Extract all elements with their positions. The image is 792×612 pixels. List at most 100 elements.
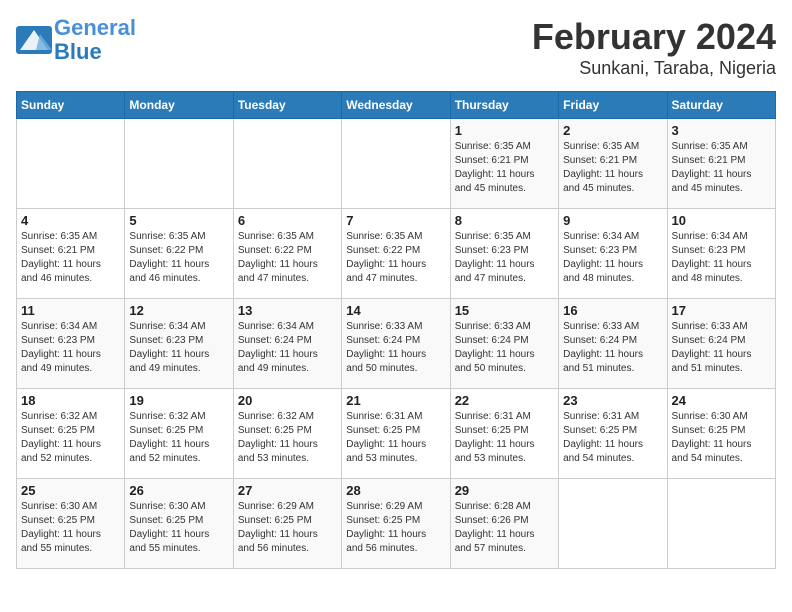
day-number: 3 (672, 123, 771, 138)
calendar-cell: 12 Sunrise: 6:34 AM Sunset: 6:23 PM Dayli… (125, 299, 233, 389)
calendar-cell (559, 479, 667, 569)
day-info: Sunrise: 6:35 AM Sunset: 6:22 PM Dayligh… (238, 230, 337, 286)
day-info: Sunrise: 6:35 AM Sunset: 6:22 PM Dayligh… (346, 230, 445, 286)
page-subtitle: Sunkani, Taraba, Nigeria (532, 58, 776, 79)
calendar-cell (125, 119, 233, 209)
day-number: 20 (238, 393, 337, 408)
calendar-cell: 4 Sunrise: 6:35 AM Sunset: 6:21 PM Daylig… (17, 209, 125, 299)
calendar-cell: 7 Sunrise: 6:35 AM Sunset: 6:22 PM Daylig… (342, 209, 450, 299)
day-info: Sunrise: 6:29 AM Sunset: 6:25 PM Dayligh… (238, 500, 337, 556)
calendar-cell: 27Sunrise: 6:29 AM Sunset: 6:25 PM Dayli… (233, 479, 341, 569)
calendar-cell: 3 Sunrise: 6:35 AM Sunset: 6:21 PM Daylig… (667, 119, 775, 209)
day-number: 7 (346, 213, 445, 228)
day-info: Sunrise: 6:34 AM Sunset: 6:23 PM Dayligh… (563, 230, 662, 286)
calendar-cell: 8 Sunrise: 6:35 AM Sunset: 6:23 PM Daylig… (450, 209, 558, 299)
day-info: Sunrise: 6:32 AM Sunset: 6:25 PM Dayligh… (21, 410, 120, 466)
calendar-header-row: SundayMondayTuesdayWednesdayThursdayFrid… (17, 92, 776, 119)
day-info: Sunrise: 6:31 AM Sunset: 6:25 PM Dayligh… (455, 410, 554, 466)
day-info: Sunrise: 6:34 AM Sunset: 6:23 PM Dayligh… (129, 320, 228, 376)
day-number: 2 (563, 123, 662, 138)
calendar-week-4: 18 Sunrise: 6:32 AM Sunset: 6:25 PM Dayli… (17, 389, 776, 479)
calendar-week-3: 11 Sunrise: 6:34 AM Sunset: 6:23 PM Dayli… (17, 299, 776, 389)
calendar-cell: 25 Sunrise: 6:30 AM Sunset: 6:25 PM Dayli… (17, 479, 125, 569)
day-header-friday: Friday (559, 92, 667, 119)
day-number: 19 (129, 393, 228, 408)
day-number: 23 (563, 393, 662, 408)
day-header-thursday: Thursday (450, 92, 558, 119)
logo: General Blue (16, 16, 136, 64)
day-header-monday: Monday (125, 92, 233, 119)
day-number: 1 (455, 123, 554, 138)
day-info: Sunrise: 6:30 AM Sunset: 6:25 PM Dayligh… (21, 500, 120, 556)
day-info: Sunrise: 6:33 AM Sunset: 6:24 PM Dayligh… (563, 320, 662, 376)
day-info: Sunrise: 6:30 AM Sunset: 6:25 PM Dayligh… (129, 500, 228, 556)
calendar-week-5: 25 Sunrise: 6:30 AM Sunset: 6:25 PM Dayli… (17, 479, 776, 569)
day-header-tuesday: Tuesday (233, 92, 341, 119)
title-block: February 2024 Sunkani, Taraba, Nigeria (532, 16, 776, 79)
calendar-cell: 14Sunrise: 6:33 AM Sunset: 6:24 PM Dayli… (342, 299, 450, 389)
calendar-cell (17, 119, 125, 209)
day-info: Sunrise: 6:30 AM Sunset: 6:25 PM Dayligh… (672, 410, 771, 466)
calendar-week-2: 4 Sunrise: 6:35 AM Sunset: 6:21 PM Daylig… (17, 209, 776, 299)
calendar-cell: 10Sunrise: 6:34 AM Sunset: 6:23 PM Dayli… (667, 209, 775, 299)
calendar-cell (342, 119, 450, 209)
calendar-cell: 28 Sunrise: 6:29 AM Sunset: 6:25 PM Dayli… (342, 479, 450, 569)
calendar-week-1: 1 Sunrise: 6:35 AM Sunset: 6:21 PM Daylig… (17, 119, 776, 209)
calendar-cell: 13Sunrise: 6:34 AM Sunset: 6:24 PM Dayli… (233, 299, 341, 389)
day-number: 17 (672, 303, 771, 318)
day-number: 15 (455, 303, 554, 318)
day-info: Sunrise: 6:35 AM Sunset: 6:21 PM Dayligh… (455, 140, 554, 196)
calendar-cell: 5 Sunrise: 6:35 AM Sunset: 6:22 PM Daylig… (125, 209, 233, 299)
day-number: 25 (21, 483, 120, 498)
day-info: Sunrise: 6:29 AM Sunset: 6:25 PM Dayligh… (346, 500, 445, 556)
day-header-wednesday: Wednesday (342, 92, 450, 119)
calendar-cell: 16 Sunrise: 6:33 AM Sunset: 6:24 PM Dayli… (559, 299, 667, 389)
day-number: 28 (346, 483, 445, 498)
calendar-cell: 22Sunrise: 6:31 AM Sunset: 6:25 PM Dayli… (450, 389, 558, 479)
page-header: General Blue February 2024 Sunkani, Tara… (16, 16, 776, 79)
day-header-saturday: Saturday (667, 92, 775, 119)
logo-text: General Blue (54, 16, 136, 64)
day-info: Sunrise: 6:33 AM Sunset: 6:24 PM Dayligh… (672, 320, 771, 376)
calendar-cell: 1 Sunrise: 6:35 AM Sunset: 6:21 PM Daylig… (450, 119, 558, 209)
day-info: Sunrise: 6:34 AM Sunset: 6:24 PM Dayligh… (238, 320, 337, 376)
day-number: 21 (346, 393, 445, 408)
calendar-cell: 19Sunrise: 6:32 AM Sunset: 6:25 PM Dayli… (125, 389, 233, 479)
day-info: Sunrise: 6:35 AM Sunset: 6:22 PM Dayligh… (129, 230, 228, 286)
calendar-cell: 9 Sunrise: 6:34 AM Sunset: 6:23 PM Daylig… (559, 209, 667, 299)
day-number: 5 (129, 213, 228, 228)
calendar-cell (667, 479, 775, 569)
day-header-sunday: Sunday (17, 92, 125, 119)
day-number: 9 (563, 213, 662, 228)
day-number: 18 (21, 393, 120, 408)
calendar-cell: 6Sunrise: 6:35 AM Sunset: 6:22 PM Daylig… (233, 209, 341, 299)
day-info: Sunrise: 6:32 AM Sunset: 6:25 PM Dayligh… (238, 410, 337, 466)
day-info: Sunrise: 6:35 AM Sunset: 6:21 PM Dayligh… (672, 140, 771, 196)
day-info: Sunrise: 6:35 AM Sunset: 6:21 PM Dayligh… (21, 230, 120, 286)
day-number: 16 (563, 303, 662, 318)
day-info: Sunrise: 6:35 AM Sunset: 6:21 PM Dayligh… (563, 140, 662, 196)
calendar-cell: 15 Sunrise: 6:33 AM Sunset: 6:24 PM Dayli… (450, 299, 558, 389)
day-info: Sunrise: 6:34 AM Sunset: 6:23 PM Dayligh… (21, 320, 120, 376)
calendar-cell: 18 Sunrise: 6:32 AM Sunset: 6:25 PM Dayli… (17, 389, 125, 479)
day-number: 4 (21, 213, 120, 228)
calendar-cell: 26 Sunrise: 6:30 AM Sunset: 6:25 PM Dayli… (125, 479, 233, 569)
day-number: 24 (672, 393, 771, 408)
logo-icon (16, 26, 52, 54)
day-info: Sunrise: 6:33 AM Sunset: 6:24 PM Dayligh… (346, 320, 445, 376)
day-number: 26 (129, 483, 228, 498)
calendar-cell: 2 Sunrise: 6:35 AM Sunset: 6:21 PM Daylig… (559, 119, 667, 209)
day-info: Sunrise: 6:28 AM Sunset: 6:26 PM Dayligh… (455, 500, 554, 556)
day-number: 12 (129, 303, 228, 318)
day-number: 11 (21, 303, 120, 318)
day-info: Sunrise: 6:33 AM Sunset: 6:24 PM Dayligh… (455, 320, 554, 376)
day-info: Sunrise: 6:31 AM Sunset: 6:25 PM Dayligh… (563, 410, 662, 466)
calendar-cell: 24 Sunrise: 6:30 AM Sunset: 6:25 PM Dayli… (667, 389, 775, 479)
calendar-body: 1 Sunrise: 6:35 AM Sunset: 6:21 PM Daylig… (17, 119, 776, 569)
calendar-cell: 11 Sunrise: 6:34 AM Sunset: 6:23 PM Dayli… (17, 299, 125, 389)
calendar-cell: 29Sunrise: 6:28 AM Sunset: 6:26 PM Dayli… (450, 479, 558, 569)
day-number: 8 (455, 213, 554, 228)
calendar-cell: 23 Sunrise: 6:31 AM Sunset: 6:25 PM Dayli… (559, 389, 667, 479)
day-info: Sunrise: 6:35 AM Sunset: 6:23 PM Dayligh… (455, 230, 554, 286)
calendar-cell: 21Sunrise: 6:31 AM Sunset: 6:25 PM Dayli… (342, 389, 450, 479)
